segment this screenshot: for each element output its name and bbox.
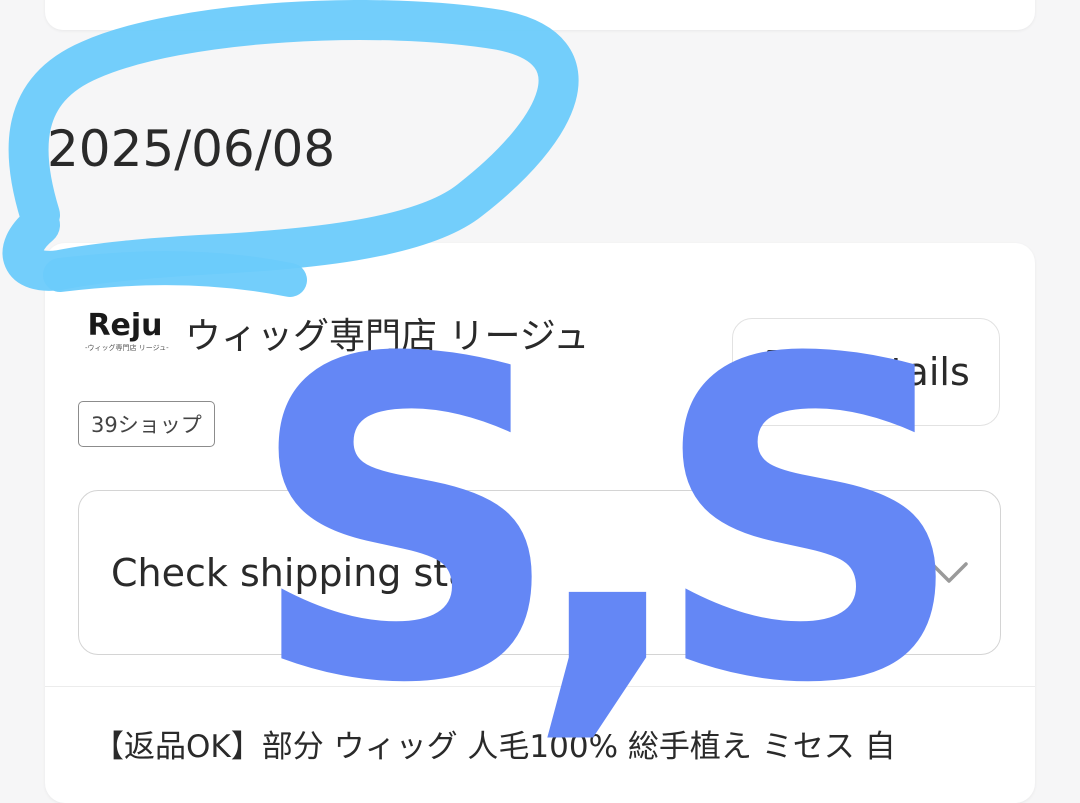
shop-logo[interactable]: Reju -ウィッグ専門店 リージュ- — [85, 308, 169, 361]
details-button[interactable]: Details — [732, 318, 1000, 426]
shipping-status-label: Check shipping status — [111, 551, 531, 595]
shop-logo-wordmark: Reju — [87, 308, 163, 343]
product-title[interactable]: 【返品OK】部分 ウィッグ 人毛100% 総手植え ミセス 自 — [93, 723, 896, 771]
order-card: Reju -ウィッグ専門店 リージュ- ウィッグ専門店 リージュ 39ショップ … — [45, 243, 1035, 803]
chevron-down-icon — [930, 562, 968, 583]
details-label: Details — [838, 350, 970, 394]
order-date: 2025/06/08 — [47, 120, 336, 178]
divider — [45, 686, 1035, 687]
shop-logo-subtext: -ウィッグ専門店 リージュ- — [85, 344, 169, 352]
previous-order-card — [45, 0, 1035, 30]
shipping-status-dropdown[interactable]: Check shipping status — [78, 490, 1001, 655]
document-icon — [767, 350, 815, 396]
shop-badge: 39ショップ — [78, 401, 215, 447]
shop-name[interactable]: ウィッグ専門店 リージュ — [185, 313, 589, 361]
